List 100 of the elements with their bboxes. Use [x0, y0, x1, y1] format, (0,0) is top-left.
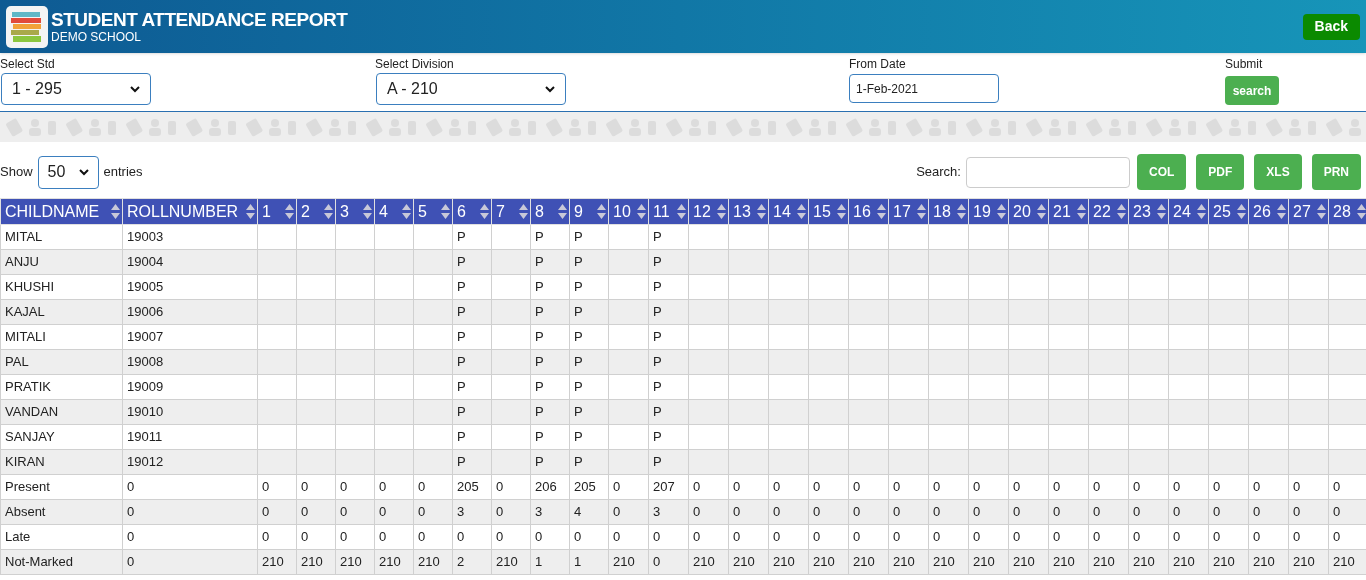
column-header[interactable]: 10	[608, 198, 649, 225]
table-cell: 0	[1053, 504, 1061, 520]
table-cell: 0	[1053, 479, 1061, 495]
table-cell: PRATIK	[5, 379, 51, 395]
column-header[interactable]: 20	[1008, 198, 1049, 225]
dropdown-select[interactable]: 1 - 295	[1, 73, 151, 105]
table-cell: 0	[933, 529, 941, 545]
column-header[interactable]: 7	[491, 198, 531, 225]
sort-icon	[111, 204, 120, 219]
page-size-select[interactable]: 50	[37, 155, 99, 189]
table-cell: 0	[893, 529, 901, 545]
dropdown-select[interactable]: A - 210	[376, 73, 566, 105]
column-header[interactable]: 19	[968, 198, 1009, 225]
table-cell: 0	[1173, 529, 1181, 545]
column-header[interactable]: 14	[768, 198, 809, 225]
table-cell: 0	[1333, 479, 1341, 495]
column-header[interactable]: 8	[530, 198, 570, 225]
table-cell: 0	[613, 529, 621, 545]
table-cell: P	[574, 454, 583, 470]
column-header[interactable]: 12	[688, 198, 729, 225]
column-header[interactable]: 27	[1288, 198, 1329, 225]
table-cell: 210	[1173, 554, 1195, 570]
column-header[interactable]: 23	[1128, 198, 1169, 225]
table-cell: 0	[1293, 479, 1301, 495]
search-label: Search:	[916, 163, 961, 182]
table-cell: 0	[262, 529, 270, 545]
column-header[interactable]: 9	[569, 198, 609, 225]
table-cell: 0	[1173, 504, 1181, 520]
school-name: DEMO SCHOOL	[51, 31, 142, 43]
column-header[interactable]: 21	[1048, 198, 1089, 225]
column-header[interactable]: 13	[728, 198, 769, 225]
table-cell: 19010	[127, 404, 164, 420]
column-header[interactable]: CHILDNAME	[0, 198, 123, 225]
table-cell: 19012	[127, 454, 164, 470]
table-cell: P	[574, 379, 583, 395]
column-header[interactable]: 3	[335, 198, 375, 225]
table-cell: 19011	[127, 429, 163, 445]
table-cell: P	[653, 379, 662, 395]
sort-icon	[997, 204, 1006, 219]
table-cell: 0	[127, 529, 135, 545]
column-header[interactable]: 6	[452, 198, 492, 225]
table-cell: 0	[1013, 529, 1021, 545]
table-cell: 0	[301, 504, 309, 520]
table-cell: 0	[733, 504, 741, 520]
table-cell: 0	[1213, 529, 1221, 545]
table-cell: P	[653, 454, 662, 470]
table-cell: P	[535, 404, 544, 420]
table-cell: P	[457, 404, 466, 420]
date-field[interactable]: 1-Feb-2021	[849, 74, 999, 103]
search-field[interactable]	[965, 156, 1130, 188]
report-title: STUDENT ATTENDANCE REPORT	[51, 10, 348, 29]
table-cell: P	[653, 429, 662, 445]
table-cell: P	[535, 304, 544, 320]
table-cell: ANJU	[5, 254, 39, 270]
table-cell: 1	[535, 554, 543, 570]
table-cell: 0	[1253, 529, 1261, 545]
column-header[interactable]: 2	[296, 198, 336, 225]
column-header[interactable]: 25	[1208, 198, 1249, 225]
table-cell: Late	[5, 529, 31, 545]
table-cell: 0	[496, 504, 504, 520]
field-label: Submit	[1225, 56, 1264, 73]
table-cell: 210	[301, 554, 323, 570]
table-cell: P	[653, 229, 662, 245]
column-header[interactable]: 15	[808, 198, 849, 225]
sort-icon	[1157, 204, 1166, 219]
table-cell: 0	[418, 529, 426, 545]
column-header[interactable]: 18	[928, 198, 969, 225]
entries-label: entries	[103, 163, 143, 182]
column-header[interactable]: 11	[648, 198, 689, 225]
table-cell: 0	[301, 479, 309, 495]
table-cell: 210	[813, 554, 835, 570]
table-cell: P	[535, 329, 544, 345]
column-header[interactable]: 22	[1088, 198, 1129, 225]
table-cell: 0	[853, 529, 861, 545]
column-header[interactable]: 1	[257, 198, 297, 225]
column-header[interactable]: ROLLNUMBER	[122, 198, 258, 225]
column-header[interactable]: 24	[1168, 198, 1209, 225]
sort-icon	[480, 204, 489, 219]
table-cell: KHUSHI	[5, 279, 55, 295]
table-cell: 0	[933, 479, 941, 495]
table-cell: 0	[1213, 479, 1221, 495]
column-header[interactable]: 26	[1248, 198, 1289, 225]
table-cell: P	[457, 379, 466, 395]
table-cell: 19006	[127, 304, 164, 320]
table-cell: 0	[853, 479, 861, 495]
back-button[interactable]: Back	[1302, 13, 1360, 40]
table-cell: P	[574, 279, 583, 295]
table-cell: KAJAL	[5, 304, 45, 320]
table-cell: P	[535, 254, 544, 270]
table-cell: Not-Marked	[5, 554, 73, 570]
column-header[interactable]: 16	[848, 198, 889, 225]
table-cell: 19004	[127, 254, 164, 270]
sort-icon	[363, 204, 372, 219]
column-header[interactable]: 4	[374, 198, 414, 225]
table-cell: 0	[1333, 529, 1341, 545]
column-header[interactable]: 28	[1328, 198, 1366, 225]
column-header[interactable]: 5	[413, 198, 453, 225]
column-header[interactable]: 17	[888, 198, 929, 225]
table-cell: P	[535, 379, 544, 395]
chevron-down-icon	[78, 168, 89, 176]
